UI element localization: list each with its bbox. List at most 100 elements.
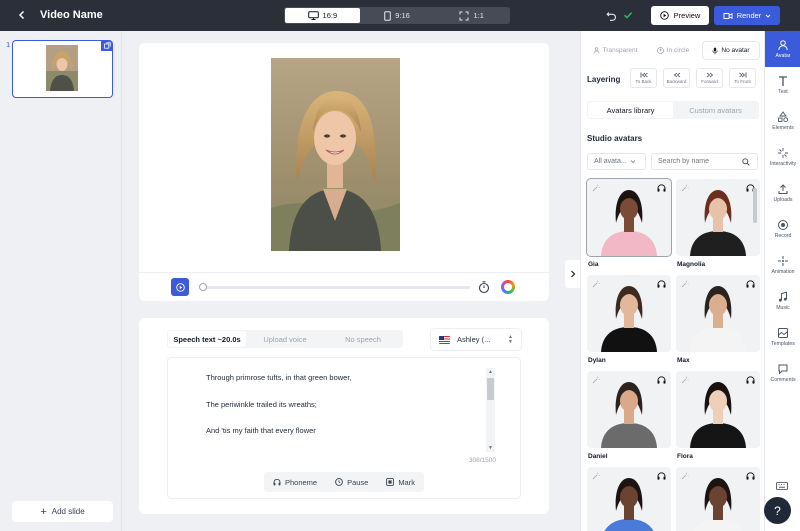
play-button[interactable] (171, 278, 189, 296)
avatar-card[interactable] (587, 275, 671, 352)
rail-item-interactivity[interactable]: Interactivity (765, 139, 800, 175)
play-circle-icon (659, 11, 669, 20)
rail-item-record[interactable]: Record (765, 211, 800, 247)
rail-label: Comments (770, 377, 796, 383)
to-front-label: To Front (734, 79, 751, 84)
mode-no-avatar-button[interactable]: No avatar (703, 42, 759, 59)
slide-avatar-thumbnail (46, 45, 78, 91)
avatar-search[interactable] (651, 153, 758, 170)
upload-icon (778, 184, 788, 194)
elements-icon (778, 111, 789, 123)
to-back-icon (640, 72, 648, 78)
saved-check-icon[interactable] (621, 8, 635, 22)
collapse-panel-chevron-icon[interactable] (565, 260, 580, 288)
monitor-icon (307, 11, 319, 20)
ratio-label: 1:1 (473, 11, 484, 20)
avatar-card[interactable] (587, 371, 671, 448)
avatar-name: Magnolia (677, 261, 706, 268)
color-wheel-icon[interactable] (501, 280, 515, 294)
avatar-filter-dropdown[interactable]: All avata... (587, 153, 646, 170)
circle-person-icon (656, 47, 664, 54)
phoneme-button[interactable]: Phoneme (273, 478, 317, 487)
tab-custom-avatars[interactable]: Custom avatars (673, 102, 758, 118)
render-icon (723, 12, 733, 19)
preview-button[interactable]: Preview (651, 6, 709, 25)
mark-button[interactable]: Mark (386, 478, 415, 487)
interactivity-icon (778, 148, 788, 158)
rail-item-music[interactable]: Music (765, 283, 800, 319)
avatar-card[interactable] (676, 179, 760, 256)
ratio-1-1-button[interactable]: 1:1 (434, 8, 509, 23)
mark-label: Mark (398, 477, 415, 487)
rail-label: Templates (771, 341, 795, 347)
avatar-name: Daniel (588, 453, 608, 460)
panel-scrollbar[interactable] (752, 180, 758, 531)
rail-item-elements[interactable]: Elements (765, 103, 800, 139)
forward-label: Forward (701, 79, 718, 84)
tab-no-speech[interactable]: No speech (324, 331, 402, 347)
avatar-name: Flora (677, 453, 693, 460)
scrubber-handle[interactable] (199, 283, 207, 291)
rail-label: Elements (772, 125, 794, 131)
scroll-up-arrow-icon[interactable]: ▲ (486, 368, 495, 376)
studio-avatars-heading: Studio avatars (587, 134, 643, 143)
avatar-card[interactable] (587, 467, 671, 531)
avatar-figure (690, 382, 746, 448)
avatar-photo[interactable] (271, 58, 400, 251)
rail-item-text[interactable]: Text (765, 67, 800, 103)
text-icon (779, 76, 787, 86)
timer-icon[interactable] (478, 280, 490, 294)
to-back-button[interactable]: To Back (630, 68, 657, 88)
voice-selector[interactable]: Ashley (... ▲ ▼ (431, 329, 521, 350)
avatar-search-input[interactable] (658, 158, 742, 165)
mode-in-circle-button[interactable]: In circle (645, 42, 701, 59)
timeline-scrubber[interactable] (199, 283, 470, 291)
tab-upload-voice[interactable]: Upload voice (246, 331, 324, 347)
tab-speech-text[interactable]: Speech text ~20.0s (168, 331, 246, 347)
panel-scrollbar-thumb[interactable] (753, 188, 757, 223)
video-title[interactable]: Video Name (40, 9, 103, 21)
video-canvas (139, 43, 549, 301)
backward-label: Backward (666, 79, 687, 84)
mode-label: In circle (666, 47, 690, 54)
scrollbar-thumb[interactable] (487, 378, 494, 400)
avatar-figure (601, 382, 657, 448)
speech-tabs: Speech text ~20.0s Upload voice No speec… (167, 330, 403, 348)
rail-item-avatar[interactable]: Avatar (765, 31, 800, 67)
duplicate-slide-icon[interactable] (101, 41, 112, 51)
pause-button[interactable]: Pause (335, 478, 368, 487)
avatar-card[interactable] (676, 275, 760, 352)
rail-item-templates[interactable]: Templates (765, 319, 800, 355)
layering-buttons: To Back Backward Forward To Front (630, 68, 756, 88)
back-arrow-icon[interactable] (14, 7, 30, 23)
avatar-card[interactable] (587, 179, 671, 256)
to-back-label: To Back (635, 79, 652, 84)
backward-button[interactable]: Backward (663, 68, 690, 88)
ratio-label: 16:9 (322, 11, 338, 20)
avatar-card[interactable] (676, 467, 760, 531)
forward-icon (706, 72, 713, 78)
undo-icon[interactable] (604, 8, 618, 22)
editor-scrollbar[interactable]: ▲ ▼ (486, 368, 495, 452)
speech-text-editor[interactable]: Through primrose tufts, in that green bo… (167, 357, 521, 499)
backward-icon (673, 72, 680, 78)
tab-avatars-library[interactable]: Avatars library (588, 102, 673, 118)
render-button[interactable]: Render (714, 6, 780, 25)
keyboard-icon[interactable] (776, 482, 788, 490)
ratio-9-16-button[interactable]: 9:16 (360, 8, 435, 23)
forward-button[interactable]: Forward (696, 68, 723, 88)
rail-item-animation[interactable]: Animation (765, 247, 800, 283)
slide-thumbnail[interactable] (12, 40, 113, 98)
add-slide-button[interactable]: + Add slide (12, 501, 113, 522)
ratio-16-9-button[interactable]: 16:9 (285, 8, 360, 23)
help-button[interactable]: ? (764, 497, 791, 524)
rail-item-comments[interactable]: Comments (765, 355, 800, 391)
top-bar: Video Name 16:9 9:16 1:1 Preview Render (0, 0, 800, 31)
rail-label: Avatar (775, 53, 791, 59)
scroll-down-arrow-icon[interactable]: ▼ (486, 444, 495, 452)
chevron-down-icon (765, 14, 771, 18)
mode-transparent-button[interactable]: Transparent (587, 42, 643, 59)
rail-item-uploads[interactable]: Uploads (765, 175, 800, 211)
avatar-card[interactable] (676, 371, 760, 448)
to-front-button[interactable]: To Front (729, 68, 756, 88)
